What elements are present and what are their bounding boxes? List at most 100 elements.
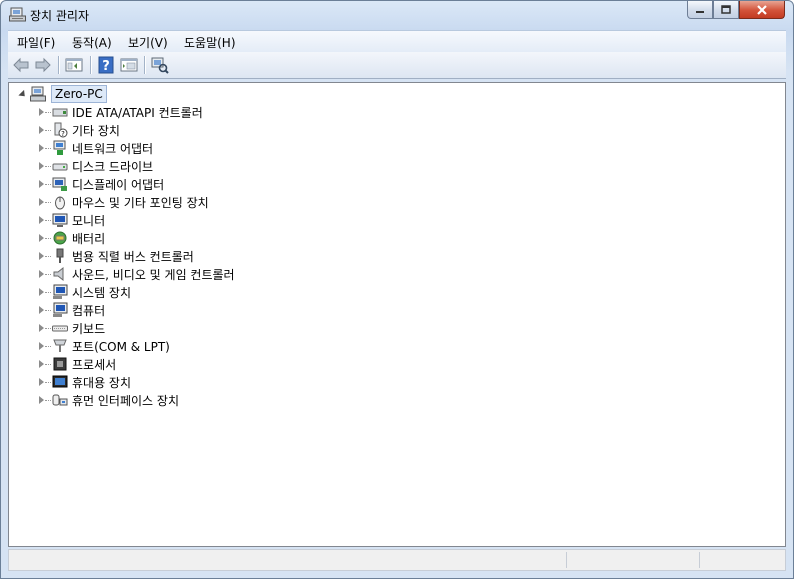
help-icon[interactable]: ? bbox=[97, 56, 115, 74]
expand-arrow-icon[interactable] bbox=[39, 396, 44, 404]
tree-item-hid[interactable]: 휴먼 인터페이스 장치 bbox=[39, 391, 179, 409]
expand-arrow-icon[interactable] bbox=[39, 342, 44, 350]
tree-item-other-devices[interactable]: ? 기타 장치 bbox=[39, 121, 120, 139]
scan-hardware-icon[interactable] bbox=[151, 56, 169, 74]
expand-arrow-icon[interactable] bbox=[39, 126, 44, 134]
computer-icon bbox=[30, 86, 46, 102]
back-icon[interactable] bbox=[12, 56, 30, 74]
display-adapter-icon bbox=[52, 177, 67, 191]
tree-item-label: 네트워크 어댑터 bbox=[72, 141, 154, 156]
expand-arrow-icon[interactable] bbox=[39, 324, 44, 332]
close-icon bbox=[757, 4, 767, 15]
tree-item-disk-drives[interactable]: 디스크 드라이브 bbox=[39, 157, 153, 175]
tree-connector bbox=[45, 363, 51, 365]
tree-item-label: 기타 장치 bbox=[72, 123, 120, 138]
tree-item-label: 휴대용 장치 bbox=[72, 375, 132, 390]
expand-arrow-icon[interactable] bbox=[39, 108, 44, 116]
tree-item-label: 시스템 장치 bbox=[72, 285, 132, 300]
tree-item-label: 포트(COM & LPT) bbox=[72, 339, 170, 354]
tree-item-computer[interactable]: 컴퓨터 bbox=[39, 301, 105, 319]
show-hide-console-tree-icon[interactable] bbox=[65, 56, 83, 74]
toolbar-separator bbox=[58, 56, 59, 74]
caption-buttons bbox=[687, 1, 785, 21]
tree-connector bbox=[45, 147, 51, 149]
tree-connector bbox=[45, 111, 51, 113]
tree-root[interactable]: Zero-PC bbox=[18, 85, 107, 103]
expand-arrow-icon[interactable] bbox=[39, 180, 44, 188]
expand-arrow-icon[interactable] bbox=[39, 378, 44, 386]
system-device-icon bbox=[53, 284, 68, 299]
battery-icon bbox=[53, 231, 67, 245]
maximize-button[interactable] bbox=[713, 1, 739, 19]
title-bar[interactable]: 장치 관리자 bbox=[1, 1, 793, 29]
tree-item-ports[interactable]: 포트(COM & LPT) bbox=[39, 337, 170, 355]
tree-connector bbox=[45, 381, 51, 383]
tree-connector bbox=[45, 255, 51, 257]
tree-item-batteries[interactable]: 배터리 bbox=[39, 229, 105, 247]
menu-bar: 파일(F) 동작(A) 보기(V) 도움말(H) bbox=[8, 30, 786, 52]
tree-item-label: 모니터 bbox=[72, 213, 106, 228]
expand-arrow-icon[interactable] bbox=[39, 288, 44, 296]
minimize-icon bbox=[696, 10, 704, 13]
tree-connector bbox=[45, 129, 51, 131]
expand-arrow-icon[interactable] bbox=[39, 306, 44, 314]
menu-help[interactable]: 도움말(H) bbox=[184, 34, 236, 51]
port-icon bbox=[53, 339, 67, 352]
toolbar-separator bbox=[90, 56, 91, 74]
expand-arrow-icon[interactable] bbox=[39, 198, 44, 206]
device-manager-window: 장치 관리자 파일(F) 동작(A) 보기(V) 도움말(H) ? Zero-P… bbox=[0, 0, 794, 579]
tree-connector bbox=[45, 219, 51, 221]
menu-view[interactable]: 보기(V) bbox=[128, 34, 168, 51]
tree-item-label: 마우스 및 기타 포인팅 장치 bbox=[72, 195, 209, 210]
expand-arrow-icon[interactable] bbox=[39, 216, 44, 224]
tree-item-label: 키보드 bbox=[72, 321, 106, 336]
collapse-arrow-icon[interactable] bbox=[18, 89, 28, 99]
ide-controller-icon bbox=[52, 108, 68, 117]
speaker-icon bbox=[53, 266, 64, 282]
processor-icon bbox=[53, 357, 67, 371]
tree-item-portable-devices[interactable]: 휴대용 장치 bbox=[39, 373, 131, 391]
mouse-icon bbox=[55, 196, 65, 210]
expand-arrow-icon[interactable] bbox=[39, 252, 44, 260]
expand-arrow-icon[interactable] bbox=[39, 270, 44, 278]
menu-action[interactable]: 동작(A) bbox=[72, 34, 112, 51]
tree-item-network-adapters[interactable]: 네트워크 어댑터 bbox=[39, 139, 153, 157]
unknown-device-icon: ? bbox=[54, 122, 68, 138]
toolbar-separator bbox=[144, 56, 145, 74]
expand-arrow-icon[interactable] bbox=[39, 162, 44, 170]
properties-icon[interactable] bbox=[120, 56, 138, 74]
tree-item-mice[interactable]: 마우스 및 기타 포인팅 장치 bbox=[39, 193, 209, 211]
close-button[interactable] bbox=[739, 1, 785, 19]
tree-item-system-devices[interactable]: 시스템 장치 bbox=[39, 283, 131, 301]
tree-connector bbox=[45, 201, 51, 203]
tree-item-keyboards[interactable]: 키보드 bbox=[39, 319, 105, 337]
expand-arrow-icon[interactable] bbox=[39, 144, 44, 152]
device-tree[interactable]: Zero-PC IDE ATA/ATAPI 컨트롤러 ? 기타 장치 네트워크 … bbox=[8, 82, 786, 547]
tree-item-label: 프로세서 bbox=[72, 357, 117, 372]
status-divider bbox=[566, 552, 567, 568]
tree-item-monitors[interactable]: 모니터 bbox=[39, 211, 105, 229]
menu-file[interactable]: 파일(F) bbox=[17, 34, 55, 51]
minimize-button[interactable] bbox=[687, 1, 713, 19]
tree-item-label: 디스플레이 어댑터 bbox=[72, 177, 165, 192]
tree-item-sound-video-game[interactable]: 사운드, 비디오 및 게임 컨트롤러 bbox=[39, 265, 235, 283]
tree-connector bbox=[45, 273, 51, 275]
portable-device-icon bbox=[52, 375, 68, 388]
disk-drive-icon bbox=[52, 163, 68, 171]
root-label: Zero-PC bbox=[51, 85, 107, 103]
tree-item-display-adapters[interactable]: 디스플레이 어댑터 bbox=[39, 175, 164, 193]
device-manager-icon bbox=[9, 7, 26, 22]
tree-connector bbox=[45, 165, 51, 167]
tree-connector bbox=[45, 309, 51, 311]
tree-item-usb-controllers[interactable]: 범용 직렬 버스 컨트롤러 bbox=[39, 247, 194, 265]
expand-arrow-icon[interactable] bbox=[39, 234, 44, 242]
tree-item-label: 범용 직렬 버스 컨트롤러 bbox=[72, 249, 194, 264]
tree-connector bbox=[45, 291, 51, 293]
tree-item-ide-ata-atapi[interactable]: IDE ATA/ATAPI 컨트롤러 bbox=[39, 103, 203, 121]
window-title: 장치 관리자 bbox=[30, 9, 90, 23]
tree-item-processors[interactable]: 프로세서 bbox=[39, 355, 116, 373]
tree-item-label: 배터리 bbox=[72, 231, 106, 246]
monitor-icon bbox=[52, 213, 68, 227]
expand-arrow-icon[interactable] bbox=[39, 360, 44, 368]
forward-icon[interactable] bbox=[34, 56, 52, 74]
